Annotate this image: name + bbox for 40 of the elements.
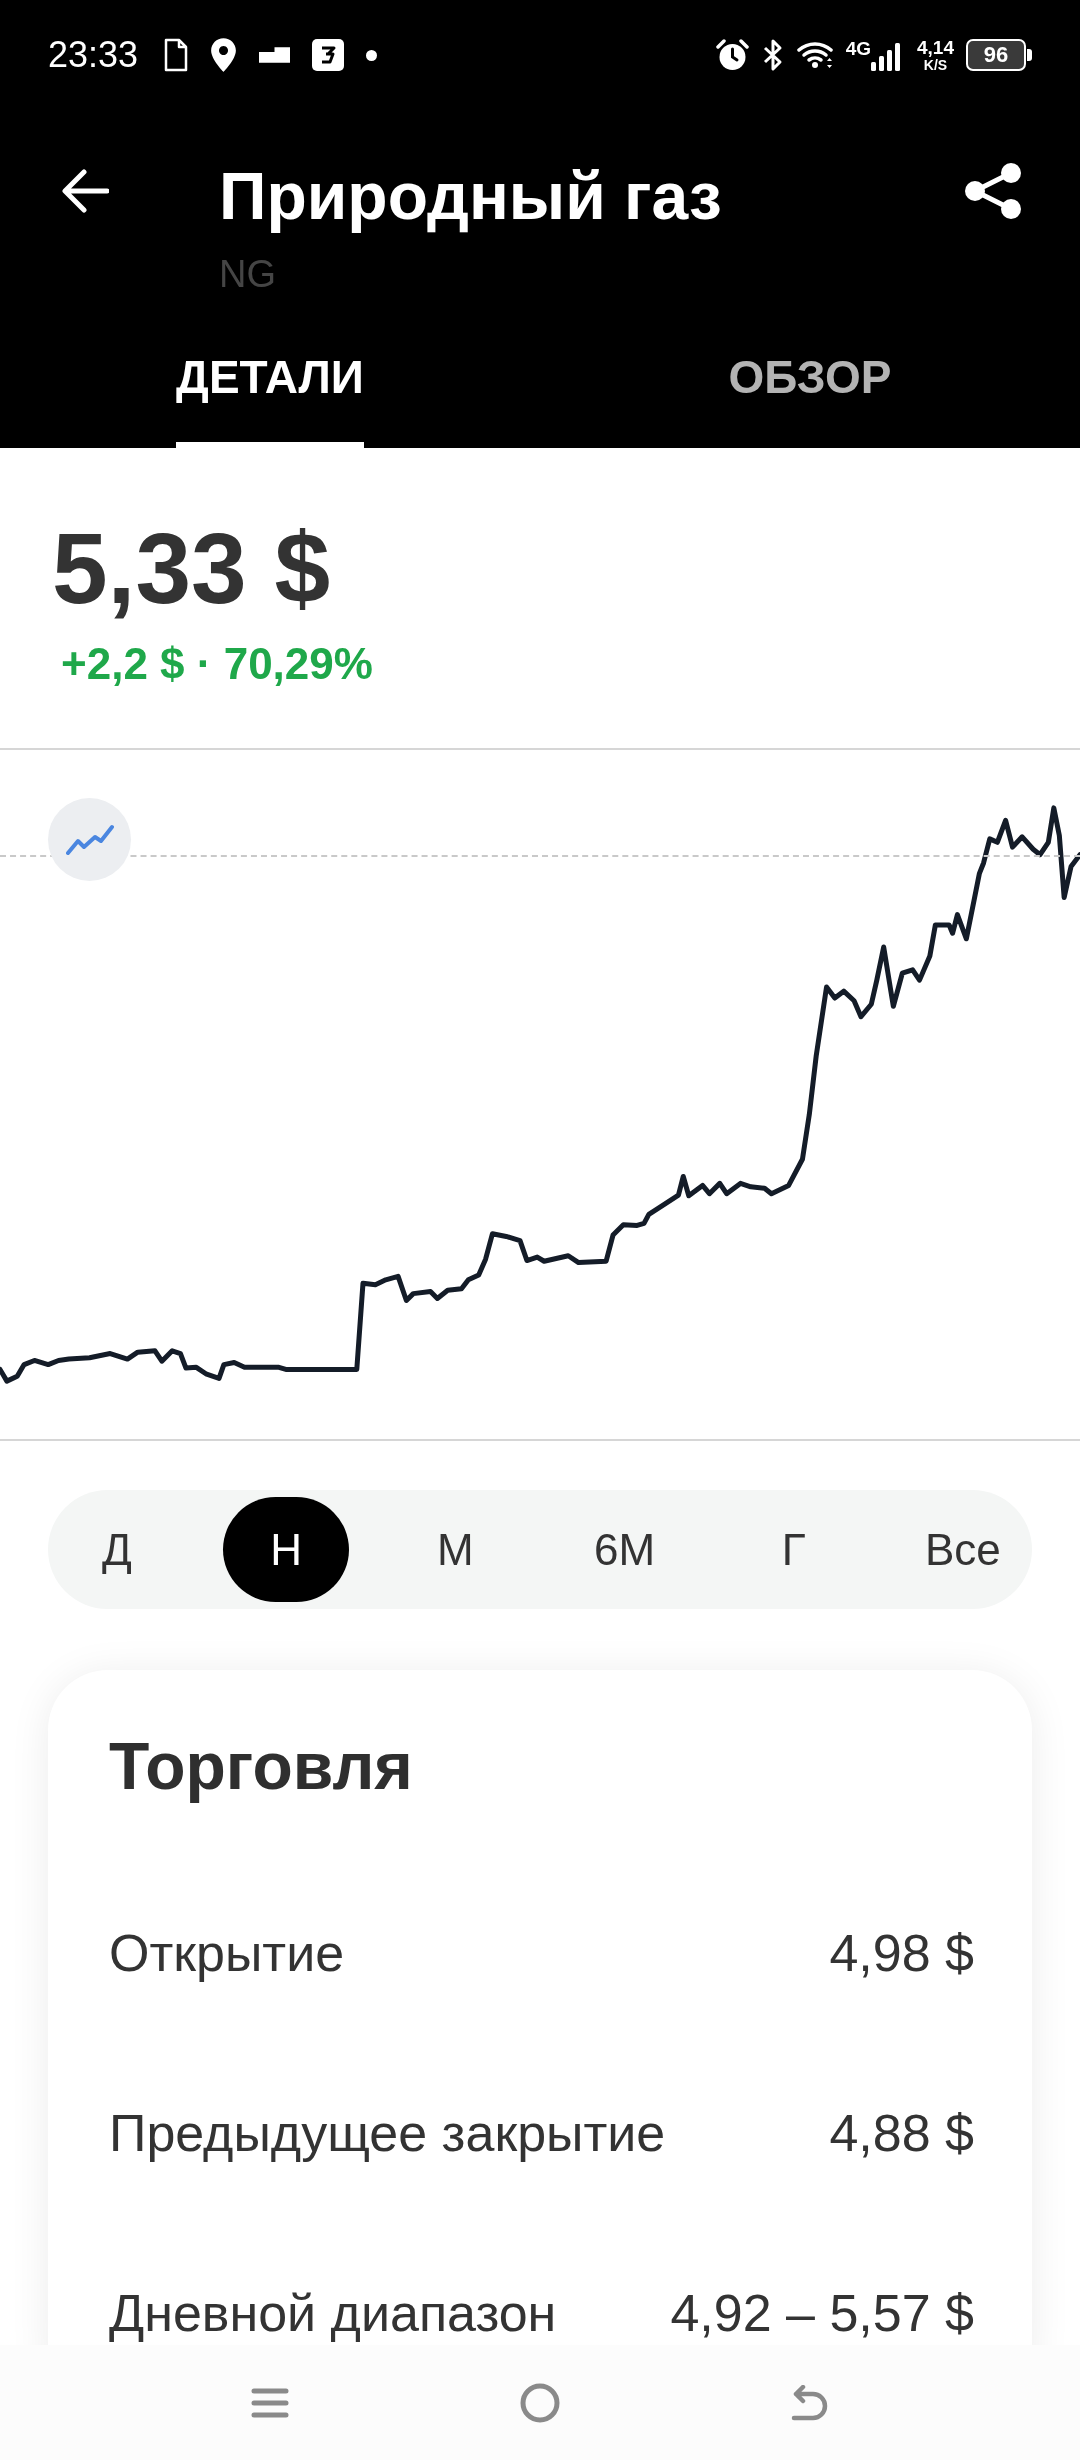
document-icon (164, 38, 189, 72)
wifi-icon (796, 41, 834, 69)
network-type: 4G (845, 39, 871, 59)
stat-value: 4,92 – 5,57 $ (670, 2283, 974, 2344)
stat-value: 4,98 $ (829, 1923, 974, 1984)
share-icon (964, 162, 1022, 220)
period-button[interactable]: М (392, 1497, 519, 1602)
back-arrow-icon (61, 168, 109, 214)
tab[interactable]: ДЕТАЛИ (176, 340, 364, 448)
instrument-title: Природный газ (219, 158, 722, 234)
period-button[interactable]: 6М (561, 1497, 688, 1602)
tab[interactable]: ОБЗОР (728, 340, 892, 448)
trend-line-icon (65, 823, 114, 856)
home-circle-icon[interactable] (520, 2382, 560, 2423)
period-button[interactable]: Все (899, 1497, 1026, 1602)
stat-label: Предыдущее закрытие (109, 2103, 666, 2164)
network-speed-value: 4,14 (917, 37, 954, 58)
signal-bars-icon (871, 43, 901, 71)
stat-label: Дневной диапазон (109, 2283, 557, 2344)
price-change: +2,2 $ · 70,29% (61, 639, 373, 689)
app-tile-icon (312, 39, 345, 71)
period-button[interactable]: Д (54, 1497, 180, 1602)
card-title: Торговля (109, 1728, 413, 1804)
status-time: 23:33 (48, 34, 139, 76)
network-speed-unit: K/S (923, 57, 948, 73)
menu-icon[interactable] (251, 2386, 289, 2419)
stat-label: Открытие (109, 1923, 345, 1984)
block-bars-icon (259, 47, 291, 63)
back-button[interactable] (61, 168, 109, 214)
ticker-symbol: NG (219, 252, 276, 297)
dot-icon (366, 49, 378, 61)
share-button[interactable] (964, 162, 1022, 220)
location-pin-icon (210, 37, 238, 73)
back-return-icon[interactable] (791, 2384, 829, 2421)
period-button[interactable]: Н (223, 1497, 350, 1602)
alarm-clock-icon (715, 38, 749, 72)
battery-indicator: 96 (966, 39, 1032, 71)
stat-value: 4,88 $ (829, 2103, 974, 2164)
current-price: 5,33 $ (52, 513, 331, 623)
period-button[interactable]: Г (730, 1497, 857, 1602)
